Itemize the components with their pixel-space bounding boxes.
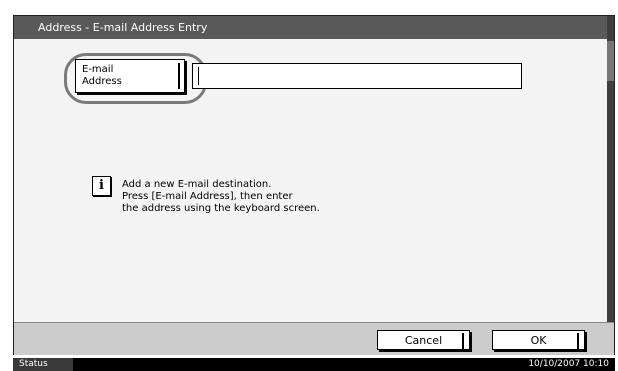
ok-label: OK — [530, 334, 547, 347]
info-line-3: the address using the keyboard screen. — [122, 203, 320, 214]
button-edge — [462, 333, 464, 349]
action-bar: Cancel OK — [14, 322, 614, 355]
email-address-field[interactable] — [192, 63, 522, 89]
email-address-button[interactable]: E-mail Address — [75, 59, 185, 93]
button-edge — [178, 63, 180, 89]
info-icon: i — [92, 176, 111, 196]
text-caret — [198, 67, 199, 85]
window-title: Address - E-mail Address Entry — [14, 16, 614, 39]
info-line-1: Add a new E-mail destination. — [122, 179, 272, 190]
info-message: i Add a new E-mail destination. Press [E… — [92, 176, 392, 226]
status-button[interactable]: Status — [13, 358, 73, 371]
cancel-button[interactable]: Cancel — [377, 330, 470, 350]
address-entry-screen: Address - E-mail Address Entry E-mail Ad… — [13, 15, 615, 355]
cancel-label: Cancel — [404, 334, 443, 347]
scrollbar[interactable] — [607, 16, 614, 338]
email-button-label-2: Address — [82, 76, 122, 87]
scrollbar-thumb[interactable] — [607, 41, 614, 81]
info-text: Add a new E-mail destination. Press [E-m… — [122, 179, 320, 215]
button-edge — [577, 333, 579, 349]
info-line-2: Press [E-mail Address], then enter — [122, 191, 293, 202]
ok-button[interactable]: OK — [492, 330, 585, 350]
status-datetime: 10/10/2007 10:10 — [528, 359, 609, 369]
status-bar: Status 10/10/2007 10:10 — [13, 358, 615, 371]
email-button-label-1: E-mail — [82, 64, 114, 75]
